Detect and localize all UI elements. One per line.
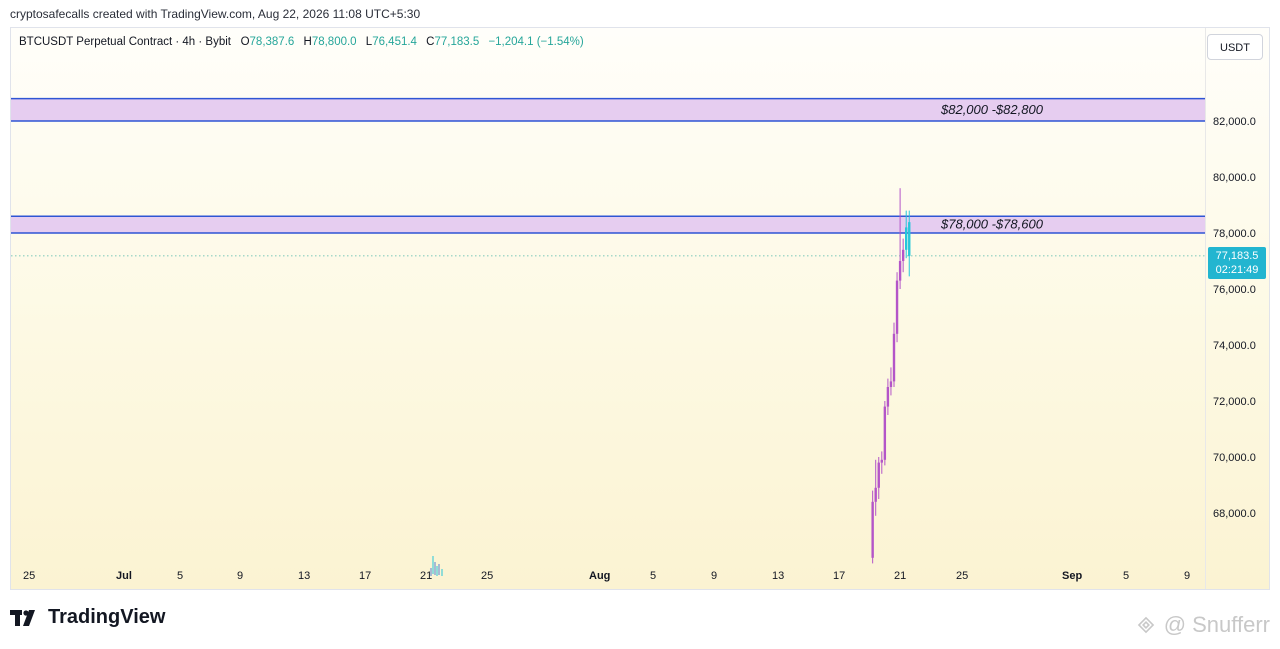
candle-body	[886, 387, 890, 407]
change-value: −1,204.1 (−1.54%)	[488, 36, 584, 48]
x-tick-label: 9	[711, 570, 717, 582]
candle-body	[877, 462, 880, 488]
high-value: 78,800.0	[311, 36, 357, 48]
x-tick-label: 13	[772, 570, 784, 582]
y-tick-label: 80,000.0	[1213, 172, 1256, 184]
zone-label: $78,000 -$78,600	[940, 217, 1044, 232]
x-tick-label: 25	[481, 570, 493, 582]
x-tick-label: Sep	[1062, 570, 1082, 582]
open-label: O	[240, 36, 250, 48]
candle-body	[898, 261, 902, 281]
y-tick-label: 82,000.0	[1213, 116, 1256, 128]
tradingview-logo[interactable]: TradingView	[10, 606, 165, 629]
x-tick-label: 5	[650, 570, 656, 582]
high-label: H	[303, 36, 312, 48]
candle-body	[905, 227, 908, 250]
diamond-logo-icon	[1137, 616, 1154, 634]
x-tick-label: Aug	[589, 570, 610, 582]
bar-countdown: 02:21:49	[1215, 264, 1259, 276]
tradingview-logo-icon	[10, 609, 35, 626]
y-tick-label: 68,000.0	[1213, 508, 1256, 520]
x-tick-label: 21	[420, 570, 432, 582]
y-tick-label: 78,000.0	[1213, 228, 1256, 240]
y-tick-label: 70,000.0	[1213, 452, 1256, 464]
x-tick-label: Jul	[116, 570, 132, 582]
y-tick-label: 74,000.0	[1213, 340, 1256, 352]
x-tick-label: 17	[833, 570, 845, 582]
x-tick-label: 25	[23, 570, 35, 582]
watermark-text: @ Snufferr	[1163, 612, 1270, 637]
symbol-title[interactable]: BTCUSDT Perpetual Contract · 4h · Bybit	[19, 36, 231, 48]
candle-body	[895, 280, 899, 334]
chart-svg: $82,000 -$82,800 $78,000 -$78,600 68,000.…	[11, 97, 1256, 582]
candle-body	[880, 459, 883, 463]
currency-button[interactable]: USDT	[1207, 34, 1263, 60]
x-tick-label: 25	[956, 570, 968, 582]
watermark: @ Snufferr	[1134, 612, 1270, 638]
x-tick-label: 5	[177, 570, 183, 582]
candle-body	[892, 333, 896, 382]
x-tick-label: 5	[1123, 570, 1129, 582]
candle-body	[889, 381, 893, 387]
candle-body	[908, 222, 911, 256]
candle-body	[901, 249, 905, 261]
y-tick-label: 72,000.0	[1213, 396, 1256, 408]
candle-body	[883, 406, 887, 460]
x-tick-label: 17	[359, 570, 371, 582]
x-tick-label: 9	[237, 570, 243, 582]
close-value: 77,183.5	[434, 36, 480, 48]
brand-name: TradingView	[48, 606, 166, 628]
last-price-tag: 77,183.5 02:21:49	[1208, 247, 1266, 279]
low-value: 76,451.4	[372, 36, 417, 48]
x-tick-label: 9	[1184, 570, 1190, 582]
x-tick-label: 13	[298, 570, 310, 582]
zone-label: $82,000 -$82,800	[940, 102, 1044, 117]
last-price: 77,183.5	[1215, 250, 1259, 262]
candle-body	[874, 487, 877, 502]
chart-area[interactable]: $82,000 -$82,800 $78,000 -$78,600 68,000.…	[10, 27, 1270, 590]
y-tick-label: 76,000.0	[1213, 284, 1256, 296]
x-tick-label: 21	[894, 570, 906, 582]
open-value: 78,387.6	[249, 36, 295, 48]
chart-credit: cryptosafecalls created with TradingView…	[10, 7, 421, 21]
price-axis-separator	[1205, 28, 1206, 589]
candle-body	[871, 501, 874, 558]
symbol-legend: BTCUSDT Perpetual Contract · 4h · Bybit …	[19, 36, 584, 48]
